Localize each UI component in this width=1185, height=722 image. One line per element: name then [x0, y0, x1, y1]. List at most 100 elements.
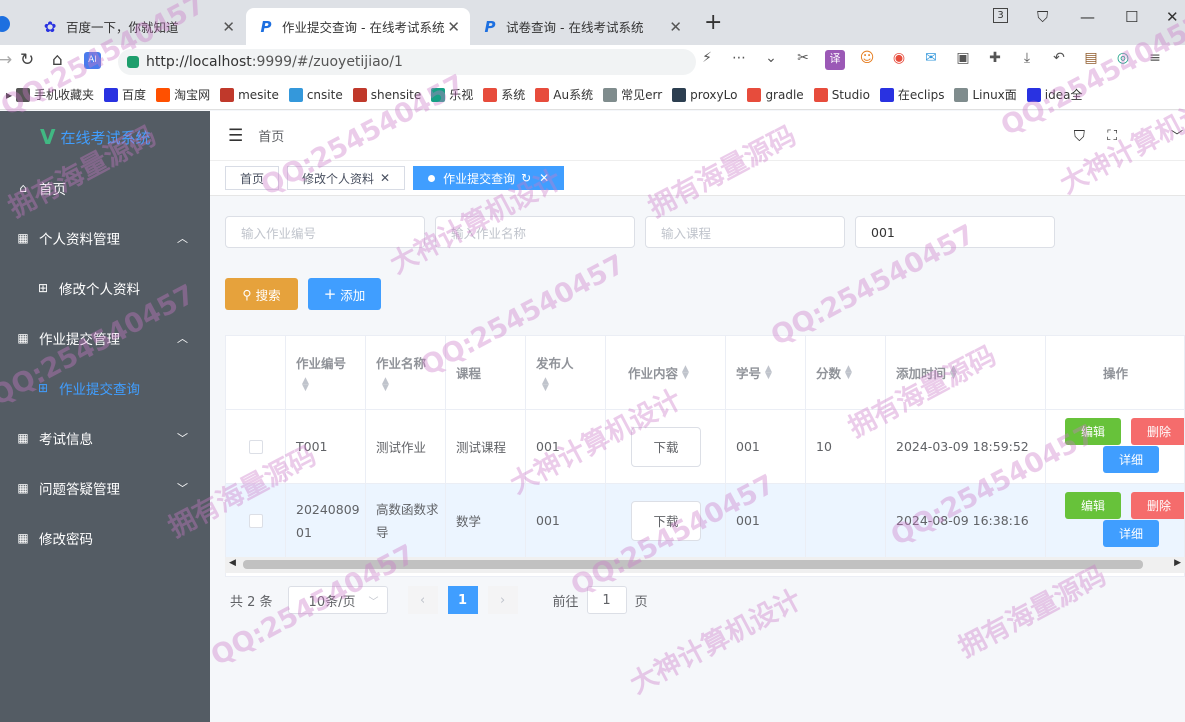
ai-extension-icon[interactable]: AI — [84, 52, 101, 69]
refresh-icon[interactable]: ↻ — [521, 171, 531, 185]
bookmark-item[interactable]: Linux面 — [954, 86, 1017, 103]
hamburger-icon[interactable]: ☰ — [228, 126, 243, 146]
sort-icon[interactable]: ▲ ▼ — [950, 364, 957, 380]
close-icon[interactable]: ✕ — [539, 171, 549, 185]
row-checkbox[interactable] — [248, 439, 263, 454]
tag-homework-query[interactable]: 作业提交查询 ↻ ✕ — [413, 166, 565, 190]
goto-page-input[interactable]: 1 — [586, 586, 627, 614]
page-size-select[interactable]: 10条/页 ﹀ — [287, 586, 388, 614]
close-tab-icon[interactable]: ✕ — [669, 18, 682, 36]
sidebar-item-change-password[interactable]: ▦ 修改密码 — [0, 513, 210, 563]
page-number-1[interactable]: 1 — [447, 586, 478, 614]
minimize-icon[interactable]: — — [1080, 8, 1095, 26]
theme-shirt-icon[interactable]: ⛉ — [1074, 127, 1085, 145]
header-homework-name[interactable]: 作业名称 ▲ ▼ — [366, 336, 446, 409]
sidebar-item-home[interactable]: ⌂ 首页 — [0, 163, 210, 213]
forward-arrow-icon[interactable]: → — [0, 50, 12, 70]
student-id-input[interactable]: 001 — [855, 216, 1055, 248]
scissors-icon[interactable]: ✂ — [793, 50, 813, 70]
header-score[interactable]: 分数 ▲ ▼ — [806, 336, 886, 409]
undo-icon[interactable]: ↶ — [1049, 50, 1069, 70]
close-window-icon[interactable]: ✕ — [1166, 8, 1179, 26]
scroll-right-icon[interactable]: ▶ — [1174, 558, 1181, 568]
edit-button[interactable]: 编辑 — [1065, 418, 1121, 445]
mail-icon[interactable]: ✉ — [921, 50, 941, 70]
bookmark-item[interactable]: 百度 — [104, 86, 146, 103]
homework-name-input[interactable]: 输入作业名称 — [435, 216, 635, 248]
add-button[interactable]: + 添加 — [308, 278, 381, 310]
reload-icon[interactable]: ↻ — [20, 50, 34, 70]
tag-edit-profile[interactable]: 修改个人资料 ✕ — [287, 166, 406, 190]
lightning-icon[interactable]: ⚡ — [697, 50, 717, 70]
new-tab-button[interactable]: + — [704, 10, 722, 35]
scrollbar-thumb[interactable] — [243, 560, 1143, 569]
dropdown-icon[interactable]: ⌄ — [761, 50, 781, 70]
bookmark-item[interactable]: shensite — [352, 87, 421, 102]
browser-tab-homework[interactable]: P 作业提交查询 - 在线考试系统 ✕ — [246, 8, 470, 45]
reader-icon[interactable]: ▣ — [953, 50, 973, 70]
download-button[interactable]: 下载 — [631, 426, 701, 467]
bookmark-item[interactable]: mesite — [220, 87, 279, 102]
close-tab-icon[interactable]: ✕ — [222, 18, 235, 36]
bookmark-item[interactable]: proxyLo — [672, 87, 737, 102]
sidebar-item-homework-query[interactable]: ⊞ 作业提交查询 — [0, 363, 210, 413]
bookmark-item[interactable]: idea全 — [1026, 86, 1083, 103]
bookmark-item[interactable]: 系统 — [483, 86, 525, 103]
sidebar-item-homework-management[interactable]: ▦ 作业提交管理 ︿ — [0, 313, 210, 363]
detail-button[interactable]: 详细 — [1103, 520, 1159, 547]
table-horizontal-scrollbar[interactable]: ◀ ▶ — [225, 557, 1185, 573]
bookmark-item[interactable]: 手机收藏夹 — [16, 86, 94, 103]
sidebar-item-profile-management[interactable]: ▦ 个人资料管理 ︿ — [0, 213, 210, 263]
sort-icon[interactable]: ▲ ▼ — [682, 364, 689, 380]
next-page-button[interactable]: › — [487, 586, 518, 614]
sort-icon[interactable]: ▲ ▼ — [542, 377, 549, 393]
download-icon[interactable]: ⤓ — [1017, 50, 1037, 70]
translate-icon[interactable]: 译 — [825, 50, 845, 70]
tag-home[interactable]: 首页 — [225, 166, 280, 190]
fullscreen-icon[interactable]: ⛶ — [1107, 128, 1117, 144]
more-dots-icon[interactable]: ⋯ — [729, 50, 749, 70]
prev-page-button[interactable]: ‹ — [407, 586, 438, 614]
download-button[interactable]: 下载 — [631, 500, 701, 541]
delete-button[interactable]: 删除 — [1131, 418, 1184, 445]
bookmark-item[interactable]: 乐视 — [431, 86, 473, 103]
bookmark-item[interactable]: cnsite — [288, 87, 343, 102]
user-dropdown-icon[interactable]: ﹀ — [1171, 127, 1183, 144]
browser-tab-exam[interactable]: P 试卷查询 - 在线考试系统 ✕ — [470, 8, 692, 45]
close-icon[interactable]: ✕ — [380, 171, 390, 185]
sort-icon[interactable]: ▲ ▼ — [302, 377, 309, 393]
weibo-icon[interactable]: ◉ — [889, 50, 909, 70]
tab-count-badge[interactable]: 3 — [993, 8, 1008, 23]
search-button[interactable]: ⚲ 搜索 — [225, 278, 298, 310]
maximize-icon[interactable]: ☐ — [1125, 8, 1138, 26]
detail-button[interactable]: 详细 — [1103, 446, 1159, 473]
sidebar-item-edit-profile[interactable]: ⊞ 修改个人资料 — [0, 263, 210, 313]
puzzle-icon[interactable]: ✚ — [985, 50, 1005, 70]
close-tab-icon[interactable]: ✕ — [447, 18, 460, 36]
header-course[interactable]: 课程 — [446, 336, 526, 409]
sidebar-item-qa-management[interactable]: ▦ 问题答疑管理 ﹀ — [0, 463, 210, 513]
bookmark-item[interactable]: Studio — [813, 87, 870, 102]
bookmark-item[interactable]: 在eclips — [879, 86, 944, 103]
bookmark-item[interactable]: 常见err — [603, 86, 662, 103]
header-content[interactable]: 作业内容 ▲ ▼ — [606, 336, 726, 409]
delete-button[interactable]: 删除 — [1131, 492, 1184, 519]
shirt-icon[interactable]: ⛉ — [1037, 8, 1048, 26]
homework-no-input[interactable]: 输入作业编号 — [225, 216, 425, 248]
header-homework-no[interactable]: 作业编号 ▲ ▼ — [286, 336, 366, 409]
bookmark-item[interactable]: 淘宝网 — [156, 86, 210, 103]
home-icon[interactable]: ⌂ — [52, 50, 63, 70]
browser-tab-baidu[interactable]: ✿ 百度一下，你就知道 ✕ — [30, 8, 245, 45]
bookmark-item[interactable]: gradle — [747, 87, 804, 102]
sort-icon[interactable]: ▲ ▼ — [845, 364, 852, 380]
header-time[interactable]: 添加时间 ▲ ▼ — [886, 336, 1046, 409]
bookmark-item[interactable]: Au系统 — [535, 86, 593, 103]
row-checkbox[interactable] — [248, 513, 263, 528]
sidebar-item-exam-info[interactable]: ▦ 考试信息 ﹀ — [0, 413, 210, 463]
edit-button[interactable]: 编辑 — [1065, 492, 1121, 519]
gamepad-icon[interactable]: ☺ — [857, 50, 877, 70]
breadcrumb[interactable]: 首页 — [258, 126, 284, 145]
header-student-id[interactable]: 学号 ▲ ▼ — [726, 336, 806, 409]
briefcase-icon[interactable]: ▤ — [1081, 50, 1101, 70]
course-input[interactable]: 输入课程 — [645, 216, 845, 248]
